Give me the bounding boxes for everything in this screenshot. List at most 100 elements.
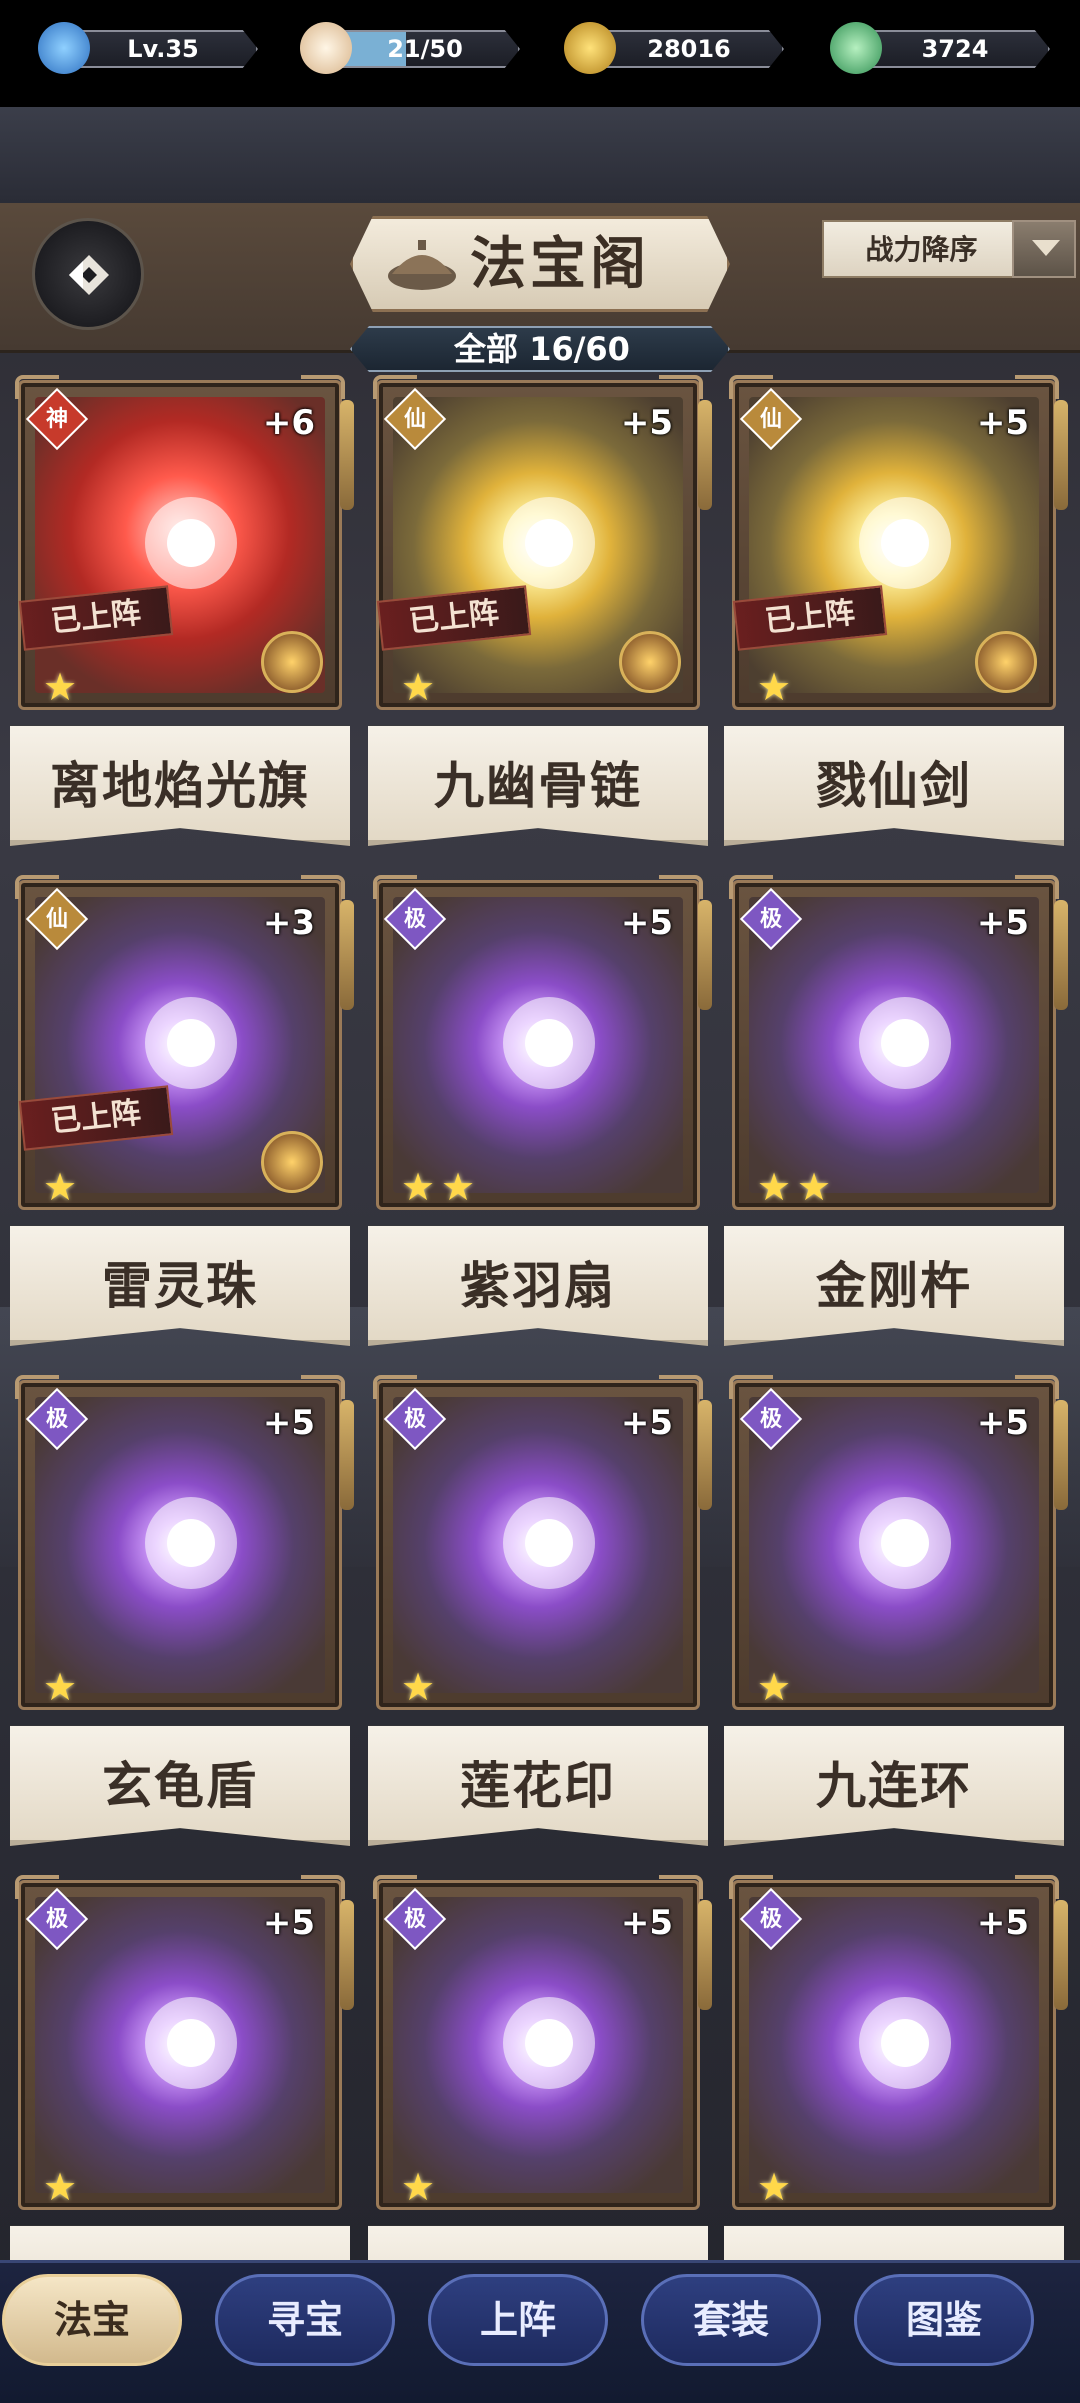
card-frame: 极 +5 ★	[729, 1875, 1059, 2210]
grade-label: 极	[759, 906, 782, 932]
sort-toggle-button[interactable]	[1012, 220, 1076, 278]
tassel-decoration	[340, 900, 354, 1010]
grade-label: 极	[45, 1906, 68, 1932]
item-nameplate: 离地焰光旗	[10, 725, 350, 846]
star-rating: ★	[757, 1667, 797, 1707]
tab-label: 图鉴	[905, 2297, 982, 2342]
tassel-decoration	[698, 1900, 712, 2010]
tab-codex[interactable]: 图鉴	[854, 2274, 1034, 2366]
skill-icon	[261, 631, 323, 693]
tab-label: 套装	[692, 2297, 769, 2342]
grade-label: 神	[45, 406, 68, 432]
card-frame: 仙 +5 已上阵 ★	[729, 375, 1059, 710]
card-frame: 极 +5 ★	[373, 1375, 703, 1710]
tassel-decoration	[698, 900, 712, 1010]
treasure-card[interactable]: 仙 +3 已上阵 ★ 雷灵珠	[10, 875, 354, 1350]
star-icon: ★	[43, 1665, 78, 1709]
star-rating: ★	[43, 2167, 83, 2207]
stamina-value: 21/50	[387, 35, 463, 63]
item-name: 金刚杵	[816, 1256, 972, 1315]
card-frame: 极 +5 ★	[373, 1875, 703, 2210]
item-nameplate: 莲花印	[368, 1725, 708, 1846]
card-frame: 极 +5 ★ ★	[729, 875, 1059, 1210]
enhance-level: +5	[620, 403, 673, 443]
star-rating: ★ ★	[757, 1167, 837, 1207]
jade-value: 3724	[921, 35, 989, 63]
star-rating: ★	[43, 1667, 83, 1707]
tab-treasure[interactable]: 法宝	[2, 2274, 182, 2366]
enhance-level: +6	[262, 403, 315, 443]
star-rating: ★	[401, 1667, 441, 1707]
treasure-item-icon	[805, 943, 1005, 1143]
grade-label: 极	[403, 906, 426, 932]
grade-label: 仙	[45, 906, 68, 932]
item-nameplate: 玄龟盾	[10, 1725, 350, 1846]
item-name: 玄龟盾	[102, 1756, 258, 1815]
star-rating: ★	[757, 667, 797, 707]
star-icon: ★	[757, 1165, 792, 1209]
card-frame: 极 +5 ★ ★	[373, 875, 703, 1210]
grade-label: 极	[403, 1406, 426, 1432]
treasure-card[interactable]: 神 +6 已上阵 ★ 离地焰光旗	[10, 375, 354, 850]
card-frame: 仙 +5 已上阵 ★	[373, 375, 703, 710]
tassel-decoration	[340, 1900, 354, 2010]
item-nameplate: 九幽骨链	[368, 725, 708, 846]
sort-dropdown[interactable]: 战力降序	[822, 220, 1017, 278]
tab-deploy[interactable]: 上阵	[428, 2274, 608, 2366]
star-icon: ★	[757, 1665, 792, 1709]
star-rating: ★ ★	[401, 1167, 481, 1207]
star-icon: ★	[401, 2165, 436, 2209]
grade-label: 极	[759, 1406, 782, 1432]
tab-hunt[interactable]: 寻宝	[215, 2274, 395, 2366]
item-name: 紫羽扇	[460, 1256, 616, 1315]
card-frame: 极 +5 ★	[15, 1875, 345, 2210]
treasure-card[interactable]: 极 +5 ★ 玄龟盾	[10, 1375, 354, 1850]
grade-label: 仙	[759, 406, 782, 432]
grade-label: 极	[45, 1406, 68, 1432]
treasure-card[interactable]: 仙 +5 已上阵 ★ 戮仙剑	[724, 375, 1068, 850]
star-icon: ★	[441, 1165, 476, 1209]
tassel-decoration	[340, 1400, 354, 1510]
item-nameplate: 戮仙剑	[724, 725, 1064, 846]
item-name: 九幽骨链	[434, 756, 642, 815]
treasure-item-icon	[805, 1943, 1005, 2143]
tassel-decoration	[1054, 400, 1068, 510]
grade-label: 极	[403, 1906, 426, 1932]
sort-label: 战力降序	[865, 233, 978, 266]
star-icon: ★	[757, 2165, 792, 2209]
star-rating: ★	[43, 1167, 83, 1207]
star-icon: ★	[43, 1165, 78, 1209]
skill-icon	[975, 631, 1037, 693]
treasure-card[interactable]: 极 +5 ★ ★ 紫羽扇	[368, 875, 712, 1350]
item-name: 九连环	[816, 1756, 972, 1815]
tab-set[interactable]: 套装	[641, 2274, 821, 2366]
star-rating: ★	[401, 667, 441, 707]
star-icon: ★	[43, 665, 78, 709]
star-icon: ★	[43, 2165, 78, 2209]
count-label: 全部 16/60	[454, 330, 630, 368]
enhance-level: +5	[976, 903, 1029, 943]
back-arrow-icon	[65, 251, 113, 299]
card-frame: 仙 +3 已上阵 ★	[15, 875, 345, 1210]
star-icon: ★	[401, 665, 436, 709]
tassel-decoration	[698, 1400, 712, 1510]
treasure-card[interactable]: 极 +5 ★ 莲花印	[368, 1375, 712, 1850]
item-name: 莲花印	[460, 1756, 616, 1815]
star-icon: ★	[757, 665, 792, 709]
treasure-card[interactable]: 仙 +5 已上阵 ★ 九幽骨链	[368, 375, 712, 850]
item-nameplate: 九连环	[724, 1725, 1064, 1846]
filter-count-tab[interactable]: 全部 16/60	[350, 326, 730, 372]
star-rating: ★	[757, 2167, 797, 2207]
tassel-decoration	[698, 400, 712, 510]
tassel-decoration	[340, 400, 354, 510]
chevron-down-icon	[1032, 240, 1060, 256]
treasure-item-icon	[91, 1443, 291, 1643]
treasure-card[interactable]: 极 +5 ★ ★ 金刚杵	[724, 875, 1068, 1350]
page-title: 法宝阁	[470, 231, 650, 297]
enhance-level: +5	[976, 1903, 1029, 1943]
treasure-card[interactable]: 极 +5 ★ 九连环	[724, 1375, 1068, 1850]
item-name: 离地焰光旗	[50, 756, 310, 815]
grade-label: 极	[759, 1906, 782, 1932]
back-button[interactable]	[32, 218, 144, 330]
star-icon: ★	[797, 1165, 832, 1209]
